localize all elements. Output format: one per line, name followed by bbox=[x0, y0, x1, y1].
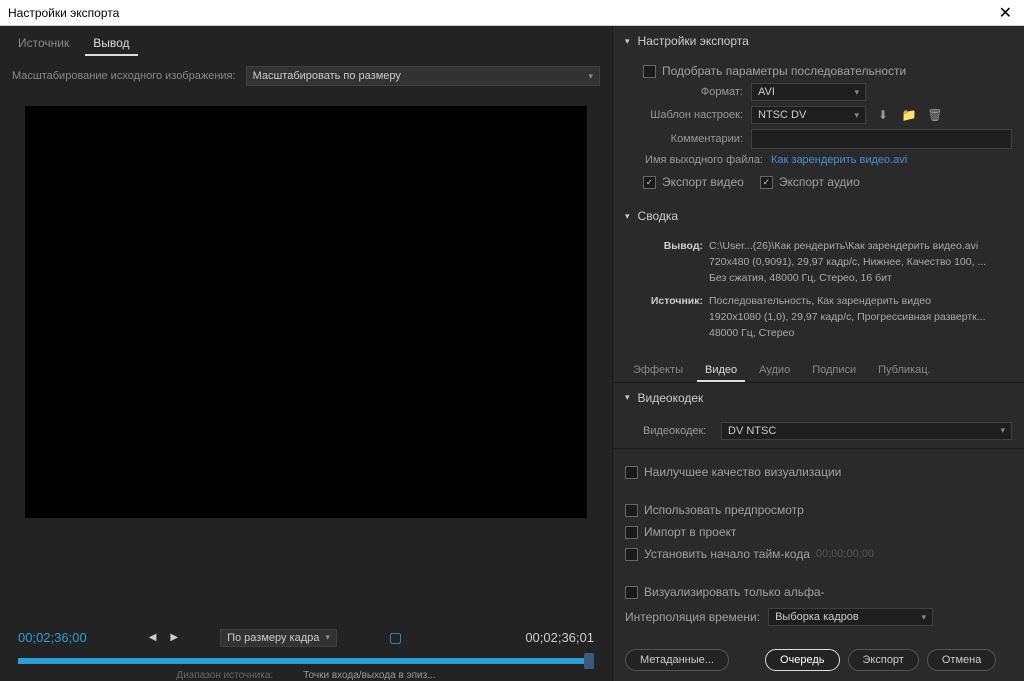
export-button[interactable]: Экспорт bbox=[848, 649, 919, 671]
video-preview bbox=[25, 106, 587, 518]
chevron-down-icon: ▾ bbox=[854, 110, 859, 121]
summary-output-text: C:\User...(26)\Как рендерить\Как заренде… bbox=[709, 239, 999, 286]
summary-source-text: Последовательность, Как зарендерить виде… bbox=[709, 294, 999, 341]
subtab-audio[interactable]: Аудио bbox=[751, 360, 798, 382]
preset-label: Шаблон настроек: bbox=[643, 109, 743, 121]
queue-button[interactable]: Очередь bbox=[765, 649, 840, 671]
close-icon[interactable]: ✕ bbox=[995, 3, 1016, 23]
max-quality-label: Наилучшее качество визуализации bbox=[644, 465, 841, 479]
videocodec-dropdown[interactable]: DV NTSC ▾ bbox=[721, 422, 1012, 440]
preset-value: NTSC DV bbox=[758, 109, 806, 121]
titlebar: Настройки экспорта ✕ bbox=[0, 0, 1024, 26]
preset-dropdown[interactable]: NTSC DV ▾ bbox=[751, 106, 866, 124]
videocodec-value: DV NTSC bbox=[728, 425, 776, 437]
import-project-label: Импорт в проект bbox=[644, 525, 736, 539]
timecode-duration: 00;02;36;01 bbox=[525, 630, 594, 645]
export-settings-title: Настройки экспорта bbox=[638, 34, 749, 48]
prev-frame-icon[interactable]: ◀ bbox=[147, 630, 159, 645]
start-tc-value: 00;00;00;00 bbox=[816, 548, 874, 560]
export-settings-header[interactable]: ▾ Настройки экспорта bbox=[613, 26, 1024, 56]
output-name-link[interactable]: Как зарендерить видео.avi bbox=[771, 154, 907, 166]
set-start-tc-label: Установить начало тайм-кода bbox=[644, 547, 810, 561]
settings-panel: ▾ Настройки экспорта Подобрать параметры… bbox=[612, 26, 1024, 681]
render-alpha-checkbox[interactable] bbox=[625, 586, 638, 599]
cancel-button[interactable]: Отмена bbox=[927, 649, 996, 671]
scaling-value: Масштабировать по размеру bbox=[253, 70, 401, 82]
chevron-down-icon: ▾ bbox=[588, 71, 593, 82]
match-sequence-label: Подобрать параметры последовательности bbox=[662, 64, 906, 78]
subtab-captions[interactable]: Подписи bbox=[804, 360, 864, 382]
comments-input[interactable] bbox=[751, 129, 1012, 149]
chevron-down-icon: ▾ bbox=[625, 211, 630, 222]
playhead-icon[interactable] bbox=[584, 653, 594, 669]
summary-header[interactable]: ▾ Сводка bbox=[613, 201, 1024, 231]
videocodec-header[interactable]: ▾ Видеокодек bbox=[613, 383, 1024, 413]
chevron-down-icon: ▾ bbox=[1000, 425, 1005, 436]
chevron-down-icon: ▾ bbox=[854, 87, 859, 98]
use-previews-label: Использовать предпросмотр bbox=[644, 503, 804, 517]
summary-title: Сводка bbox=[638, 209, 679, 223]
next-frame-icon[interactable]: ▶ bbox=[168, 630, 180, 645]
preview-panel: Источник Вывод Масштабирование исходного… bbox=[0, 26, 612, 681]
export-audio-checkbox[interactable] bbox=[760, 176, 773, 189]
subtab-publish[interactable]: Публикац. bbox=[870, 360, 938, 382]
timecode-current[interactable]: 00;02;36;00 bbox=[18, 630, 87, 645]
scaling-label: Масштабирование исходного изображения: bbox=[12, 70, 236, 82]
range-value[interactable]: Точки входа/выхода в эпиз... bbox=[303, 670, 435, 681]
import-project-checkbox[interactable] bbox=[625, 526, 638, 539]
timeline-scrubber[interactable] bbox=[18, 658, 594, 664]
subtab-video[interactable]: Видео bbox=[697, 360, 745, 382]
tab-source[interactable]: Источник bbox=[10, 32, 77, 56]
tab-output[interactable]: Вывод bbox=[85, 32, 137, 56]
summary-source-label: Источник: bbox=[643, 294, 703, 310]
output-name-label: Имя выходного файла: bbox=[643, 154, 763, 166]
summary-output-label: Вывод: bbox=[643, 239, 703, 255]
chevron-down-icon: ▾ bbox=[625, 36, 630, 47]
chevron-down-icon: ▾ bbox=[922, 612, 927, 623]
chevron-down-icon: ▾ bbox=[625, 392, 630, 403]
zoom-value: По размеру кадра bbox=[227, 632, 319, 644]
scaling-dropdown[interactable]: Масштабировать по размеру ▾ bbox=[246, 66, 600, 86]
set-start-tc-checkbox[interactable] bbox=[625, 548, 638, 561]
import-preset-icon[interactable]: 📁 bbox=[900, 106, 918, 124]
export-video-checkbox[interactable] bbox=[643, 176, 656, 189]
delete-preset-icon[interactable]: 🗑 bbox=[926, 106, 944, 124]
time-interp-value: Выборка кадров bbox=[775, 611, 859, 623]
format-label: Формат: bbox=[643, 86, 743, 98]
export-video-label: Экспорт видео bbox=[662, 175, 744, 189]
max-quality-checkbox[interactable] bbox=[625, 466, 638, 479]
videocodec-label: Видеокодек: bbox=[643, 425, 713, 437]
videocodec-title: Видеокодек bbox=[638, 391, 704, 405]
chevron-down-icon: ▾ bbox=[325, 632, 330, 643]
comments-label: Комментарии: bbox=[643, 133, 743, 145]
render-alpha-label: Визуализировать только альфа- bbox=[644, 585, 825, 599]
subtab-effects[interactable]: Эффекты bbox=[625, 360, 691, 382]
window-title: Настройки экспорта bbox=[8, 6, 995, 20]
range-label: Диапазон источника: bbox=[176, 670, 273, 681]
metadata-button[interactable]: Метаданные... bbox=[625, 649, 729, 671]
zoom-dropdown[interactable]: По размеру кадра ▾ bbox=[220, 629, 337, 647]
time-interp-label: Интерполяция времени: bbox=[625, 610, 760, 624]
aspect-ratio-icon[interactable]: ▢ bbox=[387, 627, 404, 648]
save-preset-icon[interactable]: ⬇ bbox=[874, 106, 892, 124]
format-value: AVI bbox=[758, 86, 775, 98]
time-interp-dropdown[interactable]: Выборка кадров ▾ bbox=[768, 608, 933, 626]
match-sequence-checkbox[interactable] bbox=[643, 65, 656, 78]
use-previews-checkbox[interactable] bbox=[625, 504, 638, 517]
format-dropdown[interactable]: AVI ▾ bbox=[751, 83, 866, 101]
export-audio-label: Экспорт аудио bbox=[779, 175, 860, 189]
